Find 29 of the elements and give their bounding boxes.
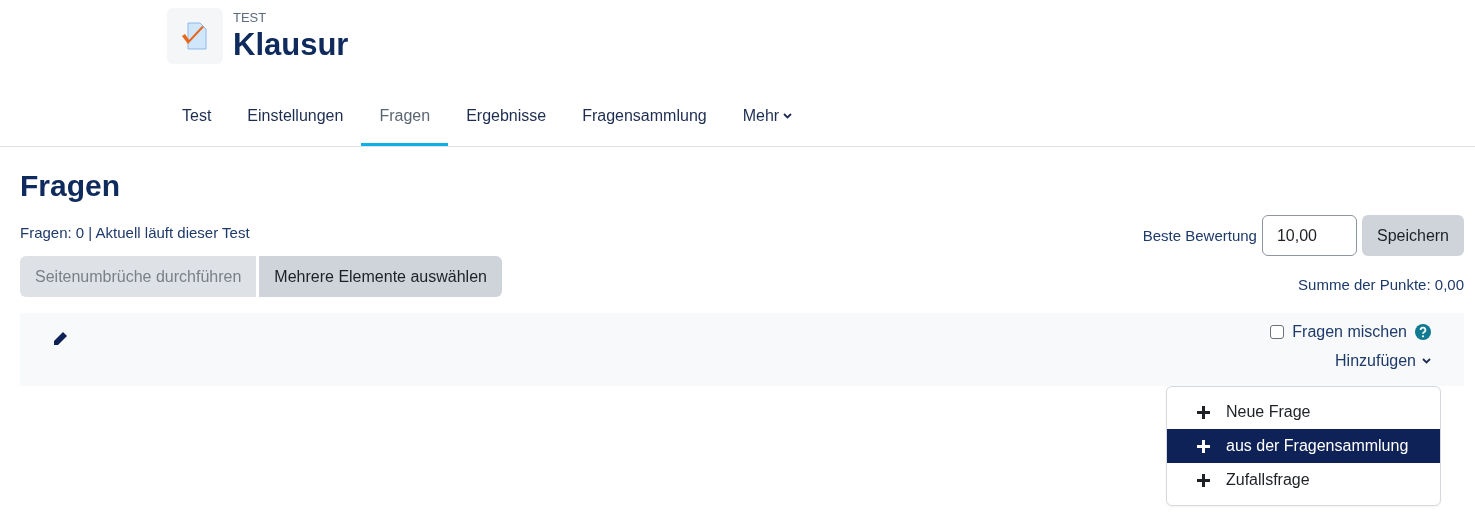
pencil-icon[interactable] <box>52 331 68 347</box>
nav-tab[interactable]: Einstellungen <box>229 88 362 146</box>
course-title: Klausur <box>233 27 349 63</box>
total-points: Summe der Punkte: 0,00 <box>1298 276 1464 293</box>
help-icon[interactable] <box>1415 324 1431 340</box>
add-dropdown[interactable]: Hinzufügen <box>1335 352 1431 370</box>
checkbox[interactable] <box>1270 325 1285 339</box>
nav-tab[interactable]: Ergebnisse <box>448 88 565 146</box>
page-kicker: TEST <box>233 10 268 25</box>
status-text: Fragen: 0 | Aktuell läuft dieser Test <box>20 224 251 241</box>
plus-icon <box>1197 405 1210 419</box>
caret-icon <box>1422 358 1431 364</box>
menu-item[interactable]: Neue Frage <box>1167 395 1440 429</box>
page-heading: Fragen <box>20 169 122 203</box>
plus-icon <box>1197 473 1210 487</box>
grade-label: Beste Bewertung <box>1142 227 1257 244</box>
action-button[interactable]: Mehrere Elemente auswählen <box>259 256 502 297</box>
checkbox-label: Fragen mischen <box>1292 323 1407 341</box>
quiz-icon <box>167 8 223 64</box>
menu-item[interactable]: Zufallsfrage <box>1167 463 1440 497</box>
nav-tab[interactable]: Fragensammlung <box>564 88 725 146</box>
caret-icon <box>783 112 793 119</box>
menu-item[interactable]: aus der Fragensammlung <box>1167 429 1440 463</box>
nav-tab[interactable]: Mehr <box>724 88 811 146</box>
nav-tab[interactable]: Fragen <box>361 88 449 146</box>
save-button[interactable]: Speichern <box>1361 215 1464 256</box>
grade-field[interactable]: 10,00 <box>1261 215 1357 256</box>
nav-tab[interactable]: Test <box>164 88 230 146</box>
plus-icon <box>1197 439 1210 453</box>
